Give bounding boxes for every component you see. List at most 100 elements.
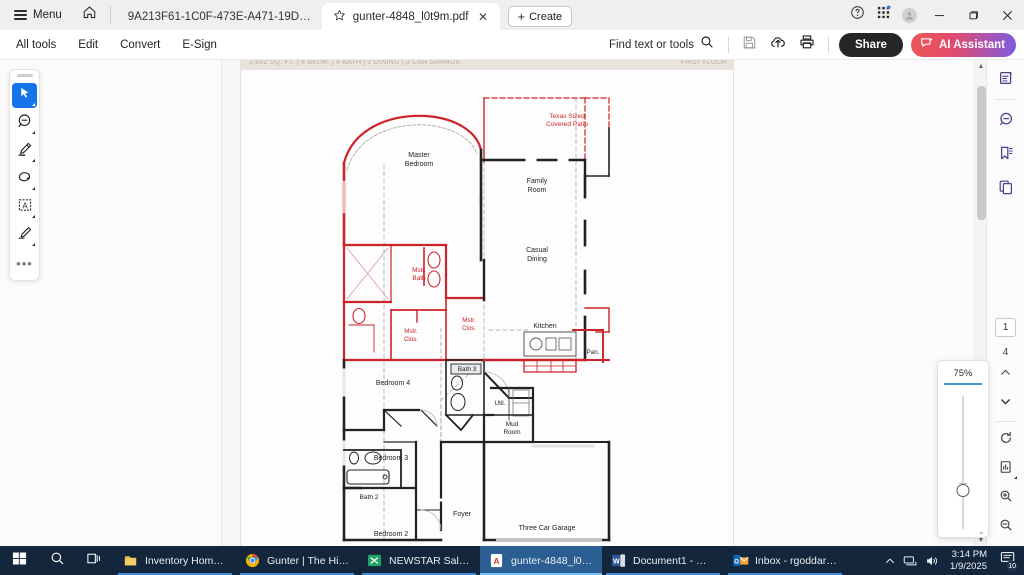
chevron-down-icon — [32, 102, 35, 106]
apps-button[interactable] — [870, 2, 896, 28]
zoom-in-button[interactable] — [993, 486, 1019, 510]
highlight-tool[interactable] — [12, 139, 37, 164]
pdf-page[interactable]: 2,642 SQ. FT. | 4 BEDR. | 4 BATH | 2 DIN… — [240, 60, 734, 546]
menu-esign[interactable]: E-Sign — [172, 35, 227, 55]
upload-button[interactable] — [765, 33, 792, 57]
current-page-input[interactable]: 1 — [995, 318, 1016, 337]
text-box-tool[interactable]: A — [12, 195, 37, 220]
svg-text:Master: Master — [408, 152, 430, 159]
svg-text:Bath 2: Bath 2 — [359, 494, 378, 501]
tab-strip: 9A213F61-1C0F-473E-A471-19D56… gunter-48… — [117, 0, 573, 30]
menu-edit[interactable]: Edit — [68, 35, 108, 55]
chevron-down-icon — [32, 186, 35, 190]
clock[interactable]: 3:14 PM 1/9/2025 — [946, 549, 991, 573]
lasso-draw-icon — [17, 169, 33, 190]
taskbar-item[interactable]: Gunter | The Highla… — [236, 546, 358, 575]
divider — [827, 36, 829, 53]
share-button[interactable]: Share — [838, 32, 903, 57]
divider — [994, 99, 1017, 100]
draw-tool[interactable] — [12, 167, 37, 192]
ai-assistant-button[interactable]: AI Assistant — [910, 32, 1016, 57]
document-header-left: 2,642 SQ. FT. | 4 BEDR. | 4 BATH | 2 DIN… — [249, 60, 461, 66]
ai-summary-panel-button[interactable] — [992, 66, 1020, 94]
tab-active[interactable]: gunter-4848_l0t9m.pdf ✕ — [321, 3, 500, 30]
taskbar-item[interactable]: Inventory Homes - … — [114, 546, 236, 575]
search-icon — [50, 551, 65, 571]
comment-tool[interactable] — [12, 111, 37, 136]
taskbar-item[interactable]: NEWSTAR Sales Ver… — [358, 546, 480, 575]
rotate-page-button[interactable] — [993, 428, 1019, 452]
help-circle-icon — [850, 5, 865, 25]
start-button[interactable] — [0, 546, 38, 575]
taskbar-item-label: Document1 - Word — [633, 554, 715, 567]
right-sidebar: 1 4 — [986, 60, 1024, 546]
menu-all-tools[interactable]: All tools — [6, 35, 66, 55]
taskbar-item-label: NEWSTAR Sales Ver… — [389, 554, 471, 567]
page-thumbnails-panel-button[interactable] — [992, 175, 1020, 203]
printer-icon — [799, 34, 815, 55]
star-icon[interactable] — [333, 9, 346, 25]
search-icon — [700, 35, 714, 54]
app-grid-icon — [876, 5, 891, 25]
svg-text:Dining: Dining — [527, 256, 547, 263]
svg-text:Kitchen: Kitchen — [533, 323, 556, 330]
zoom-slider-popover[interactable]: 75% ⌄ — [937, 360, 989, 538]
comments-panel-button[interactable] — [992, 107, 1020, 135]
menu-label: Menu — [33, 9, 62, 21]
help-button[interactable] — [844, 2, 870, 28]
svg-text:Bedroom 2: Bedroom 2 — [374, 531, 408, 538]
divider — [109, 6, 111, 24]
zoom-out-button[interactable] — [993, 515, 1019, 539]
find-tools-button[interactable]: Find text or tools — [602, 32, 721, 57]
volume-icon[interactable] — [925, 554, 939, 568]
app-window: Menu 9A213F61-1C0F-473E-A471-19D56… gunt… — [0, 0, 1024, 575]
bookmarks-panel-button[interactable] — [992, 141, 1020, 169]
taskbar-item-label: Inventory Homes - … — [145, 554, 227, 567]
signature-tool[interactable] — [12, 223, 37, 248]
svg-text:Foyer: Foyer — [453, 511, 472, 518]
chevron-down-icon[interactable]: ⌄ — [977, 526, 985, 537]
toolbar-drag-handle[interactable] — [16, 74, 33, 77]
close-button[interactable] — [990, 0, 1024, 30]
menu-convert[interactable]: Convert — [110, 35, 170, 55]
svg-text:Clos.: Clos. — [404, 336, 418, 343]
title-bar-left: Menu 9A213F61-1C0F-473E-A471-19D56… gunt… — [0, 0, 573, 30]
signature-icon — [17, 225, 33, 246]
tab-inactive[interactable]: 9A213F61-1C0F-473E-A471-19D56… — [117, 3, 322, 30]
scrollbar-thumb[interactable] — [976, 86, 986, 220]
title-bar: Menu 9A213F61-1C0F-473E-A471-19D56… gunt… — [0, 0, 1024, 30]
comment-bubble-icon — [17, 113, 33, 134]
outlook-icon: O — [733, 553, 749, 568]
zoom-slider-track[interactable] — [956, 396, 970, 529]
account-button[interactable] — [896, 2, 922, 28]
previous-page-button[interactable] — [993, 363, 1019, 387]
svg-text:Bath: Bath — [412, 275, 426, 282]
ai-sparkle-icon — [920, 36, 934, 53]
save-button[interactable] — [736, 33, 763, 57]
next-page-button[interactable] — [993, 392, 1019, 416]
restore-button[interactable] — [956, 0, 990, 30]
zoom-percent-label: 75% — [953, 368, 973, 379]
minimize-button[interactable] — [922, 0, 956, 30]
network-icon[interactable] — [903, 554, 918, 568]
notifications-button[interactable]: 10 — [998, 551, 1019, 572]
fit-page-button[interactable] — [993, 457, 1019, 481]
text-box-icon: A — [17, 197, 33, 218]
taskbar-item[interactable]: O Inbox - rgoddard@… — [724, 546, 846, 575]
tab-title: 9A213F61-1C0F-473E-A471-19D56… — [127, 10, 313, 23]
document-header-right: FIRST FLOOR — [680, 60, 727, 66]
zoom-in-icon — [999, 489, 1013, 508]
task-view-button[interactable] — [76, 546, 114, 575]
print-button[interactable] — [794, 33, 821, 57]
home-button[interactable] — [76, 3, 104, 27]
main-menu-button[interactable]: Menu — [6, 3, 70, 27]
zoom-slider-thumb[interactable] — [956, 484, 970, 497]
select-tool[interactable] — [12, 82, 37, 108]
tab-close-button[interactable]: ✕ — [476, 9, 491, 24]
create-button[interactable]: + Create — [507, 6, 573, 27]
taskbar-item[interactable]: W Document1 - Word — [602, 546, 724, 575]
taskbar-item-active[interactable]: A gunter-4848_l0t9m.… — [480, 546, 602, 575]
tray-overflow-button[interactable] — [884, 555, 896, 567]
taskbar-search-button[interactable] — [38, 546, 76, 575]
more-tools[interactable]: ••• — [12, 251, 37, 276]
